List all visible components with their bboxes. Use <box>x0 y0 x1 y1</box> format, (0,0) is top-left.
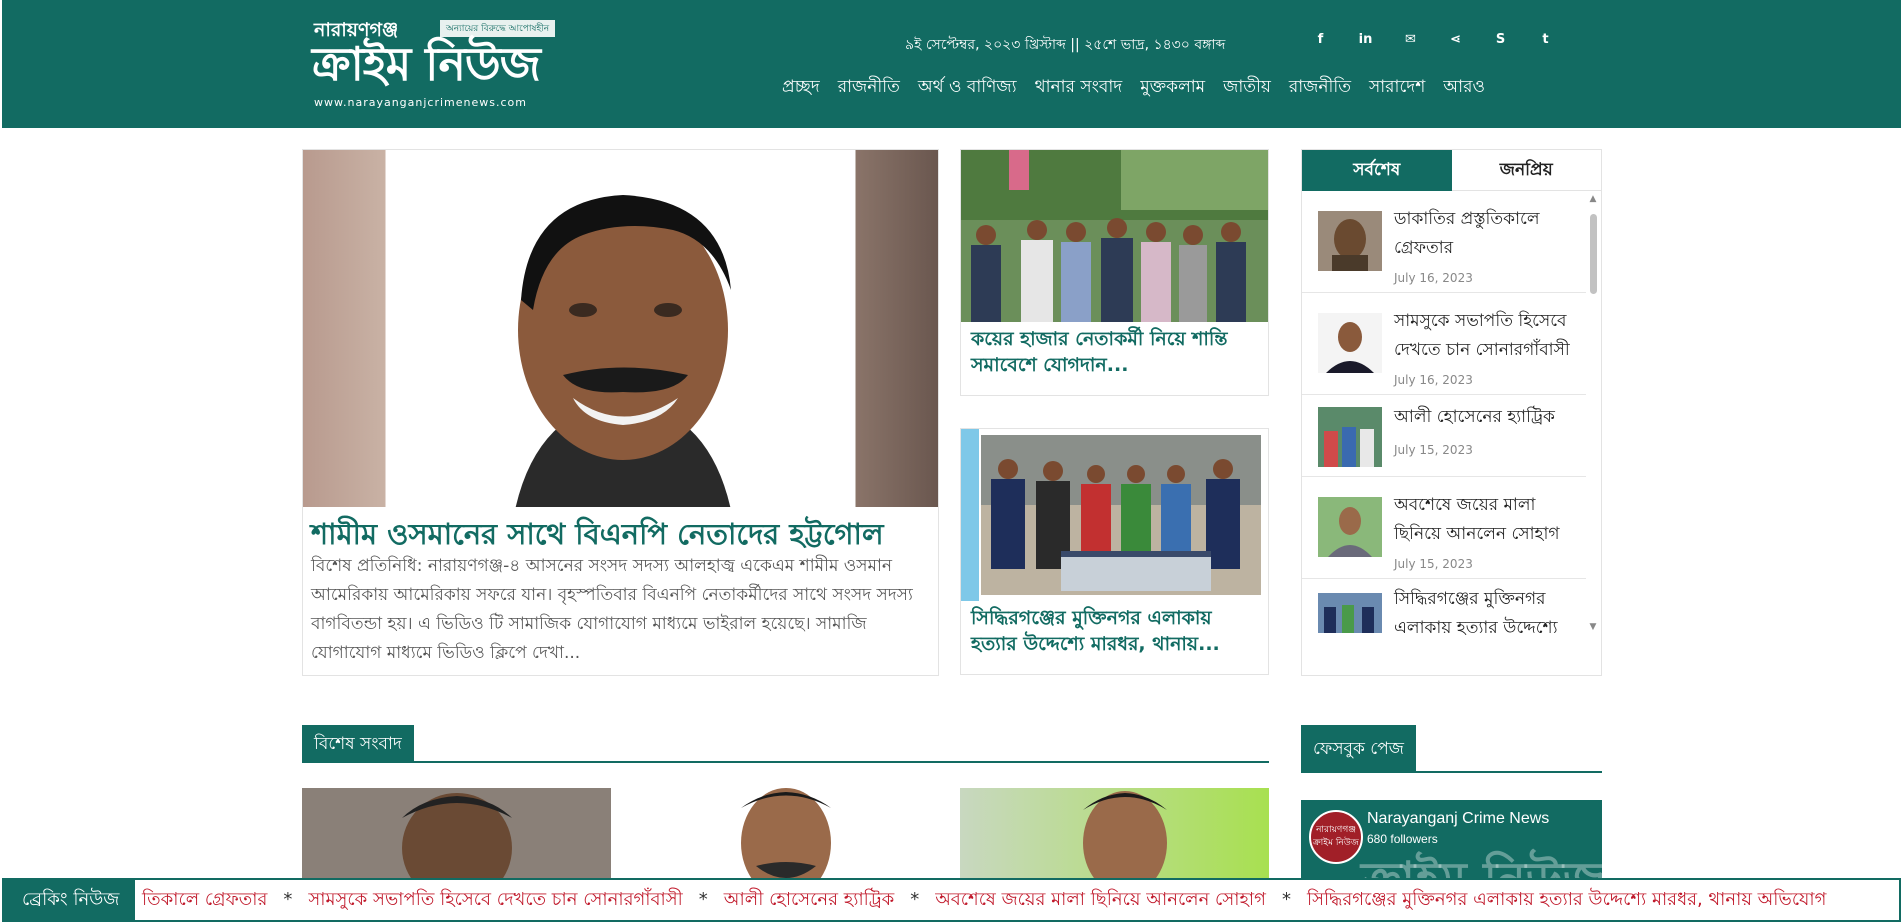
ticker-item[interactable]: সিদ্ধিরগঞ্জের মুক্তিনগর এলাকায় হত্যার উ… <box>1307 889 1826 910</box>
scrollbar-thumb[interactable] <box>1590 214 1597 294</box>
special-news-thumb-1[interactable] <box>302 788 611 878</box>
breaking-news-ticker: ব্রেকিং নিউজ তিকালে গ্রেফতার * সামসুকে সভা… <box>2 878 1901 922</box>
ticker-track: তিকালে গ্রেফতার * সামসুকে সভাপতি হিসেবে দে… <box>142 880 1826 920</box>
list-item-thumbnail[interactable] <box>1318 313 1382 373</box>
side-story-1-image[interactable] <box>961 150 1268 322</box>
list-item[interactable]: ডাকাতির প্রস্তুতিকালে গ্রেফতার July 16, … <box>1302 191 1586 293</box>
social-links: f in ✉ ⋖ S t <box>1298 32 1568 47</box>
site-logo[interactable]: নারায়ণগঞ্জ অন্যায়ের বিরুদ্ধে আপোষহীন ক… <box>312 16 556 114</box>
list-item-thumbnail[interactable] <box>1318 211 1382 271</box>
list-item[interactable]: সামসুকে সভাপতি হিসেবে দেখতে চান সোনারগাঁ… <box>1302 293 1586 395</box>
list-scrollbar[interactable]: ▲ ▼ <box>1587 194 1599 634</box>
special-news-thumb-2[interactable] <box>631 788 940 878</box>
header-date: ৯ই সেপ্টেম্বর, ২০২৩ খ্রিস্টাব্দ || ২৫শে … <box>905 37 1226 53</box>
nav-national[interactable]: জাতীয় <box>1223 74 1271 102</box>
email-icon[interactable]: ✉ <box>1388 32 1433 47</box>
facebook-icon[interactable]: f <box>1298 32 1343 47</box>
side-story-2[interactable]: সিদ্ধিরগঞ্জের মুক্তিনগর এলাকায় হত্যার উ… <box>960 428 1269 675</box>
facebook-page-header: ফেসবুক পেজ <box>1301 725 1602 773</box>
lead-story-image[interactable] <box>303 150 938 507</box>
tab-latest[interactable]: সর্বশেষ <box>1302 150 1452 191</box>
logo-url: www.narayanganjcrimenews.com <box>314 96 527 109</box>
facebook-page-name[interactable]: Narayanganj Crime News <box>1367 810 1577 828</box>
police-arrest-photo <box>961 429 1268 601</box>
share-icon[interactable]: ⋖ <box>1433 32 1478 47</box>
ticker-separator: * <box>698 889 708 910</box>
list-item-date: July 16, 2023 <box>1394 373 1473 387</box>
nav-politics-2[interactable]: রাজনীতি <box>1289 74 1351 102</box>
tab-popular[interactable]: জনপ্রিয় <box>1451 150 1601 191</box>
logo-brand: ক্রাইম নিউজ <box>312 37 541 91</box>
ticker-item[interactable]: আলী হোসেনের হ্যাট্রিক <box>724 889 894 910</box>
list-item-title[interactable]: সামসুকে সভাপতি হিসেবে দেখতে চান সোনারগাঁ… <box>1394 307 1584 365</box>
ticker-item[interactable]: অবশেষে জয়ের মালা ছিনিয়ে আনলেন সোহাগ <box>935 889 1266 910</box>
list-item[interactable]: সিদ্ধিরগঞ্জের মুক্তিনগর এলাকায় হত্যার উ… <box>1302 579 1586 676</box>
lead-story[interactable]: শামীম ওসমানের সাথে বিএনপি নেতাদের হট্টগো… <box>302 149 939 676</box>
ticker-item[interactable]: সামসুকে সভাপতি হিসেবে দেখতে চান সোনারগাঁ… <box>308 889 682 910</box>
side-story-2-image[interactable] <box>961 429 1268 601</box>
site-header: নারায়ণগঞ্জ অন্যায়ের বিরুদ্ধে আপোষহীন ক… <box>2 0 1901 128</box>
list-item-title[interactable]: ডাকাতির প্রস্তুতিকালে গ্রেফতার <box>1394 205 1584 263</box>
nav-home[interactable]: প্রচ্ছদ <box>782 74 820 102</box>
nav-police-news[interactable]: থানার সংবাদ <box>1035 74 1123 102</box>
crowd-photo <box>961 150 1268 322</box>
portrait-photo <box>515 195 731 507</box>
list-item-title[interactable]: অবশেষে জয়ের মালা ছিনিয়ে আনলেন সোহাগ <box>1394 491 1584 549</box>
facebook-followers: 680 followers <box>1367 832 1438 846</box>
twitter-icon[interactable]: t <box>1523 32 1568 47</box>
list-item[interactable]: অবশেষে জয়ের মালা ছিনিয়ে আনলেন সোহাগ Ju… <box>1302 477 1586 579</box>
list-item-date: July 16, 2023 <box>1394 271 1473 285</box>
news-tabs-widget: সর্বশেষ জনপ্রিয় ডাকাতির প্রস্তুতিকালে গ… <box>1301 149 1602 676</box>
list-item-title[interactable]: সিদ্ধিরগঞ্জের মুক্তিনগর এলাকায় হত্যার উ… <box>1394 585 1584 643</box>
nav-country[interactable]: সারাদেশ <box>1369 74 1425 102</box>
ticker-separator: * <box>1281 889 1291 910</box>
logo-tagline: অন্যায়ের বিরুদ্ধে আপোষহীন <box>440 20 556 37</box>
scroll-up-icon[interactable]: ▲ <box>1587 194 1599 206</box>
nav-more[interactable]: আরও <box>1443 74 1485 102</box>
list-item[interactable]: আলী হোসেনের হ্যাট্রিক July 15, 2023 <box>1302 395 1586 477</box>
list-item-title[interactable]: আলী হোসেনের হ্যাট্রিক <box>1394 403 1584 432</box>
section-title[interactable]: বিশেষ সংবাদ <box>302 725 414 763</box>
ticker-separator: * <box>283 889 293 910</box>
breaking-news-label: ব্রেকিং নিউজ <box>4 880 136 920</box>
linkedin-icon[interactable]: in <box>1343 32 1388 47</box>
list-item-date: July 15, 2023 <box>1394 443 1473 457</box>
main-nav: প্রচ্ছদ রাজনীতি অর্থ ও বাণিজ্য থানার সংব… <box>782 74 1503 102</box>
ticker-separator: * <box>910 889 920 910</box>
tab-bar: সর্বশেষ জনপ্রিয় <box>1302 150 1601 191</box>
ticker-item[interactable]: তিকালে গ্রেফতার <box>142 889 267 910</box>
facebook-page-widget[interactable]: ক্রাইম নিউজ নারায়ণগঞ্জ ক্রাইম নিউজ Nara… <box>1301 800 1602 890</box>
special-news-thumb-3[interactable] <box>960 788 1269 878</box>
side-story-1[interactable]: কয়ের হাজার নেতাকর্মী নিয়ে শান্তি সমাবে… <box>960 149 1269 396</box>
scroll-down-icon[interactable]: ▼ <box>1587 622 1599 634</box>
list-item-thumbnail[interactable] <box>1318 593 1382 633</box>
nav-opinion[interactable]: মুক্তকলাম <box>1140 74 1205 102</box>
list-item-thumbnail[interactable] <box>1318 407 1382 467</box>
facebook-page-avatar[interactable]: নারায়ণগঞ্জ ক্রাইম নিউজ <box>1309 810 1363 864</box>
latest-news-list: ডাকাতির প্রস্তুতিকালে গ্রেফতার July 16, … <box>1302 191 1586 676</box>
skype-icon[interactable]: S <box>1478 32 1523 47</box>
nav-economy[interactable]: অর্থ ও বাণিজ্য <box>918 74 1017 102</box>
list-item-date: July 15, 2023 <box>1394 557 1473 571</box>
side-story-2-title[interactable]: সিদ্ধিরগঞ্জের মুক্তিনগর এলাকায় হত্যার উ… <box>971 605 1261 657</box>
lead-story-excerpt: বিশেষ প্রতিনিধি: নারায়ণগঞ্জ-৪ আসনের সংস… <box>311 556 913 663</box>
section-title: ফেসবুক পেজ <box>1301 725 1416 773</box>
nav-politics[interactable]: রাজনীতি <box>838 74 900 102</box>
side-story-1-title[interactable]: কয়ের হাজার নেতাকর্মী নিয়ে শান্তি সমাবে… <box>971 326 1261 378</box>
special-news-header: বিশেষ সংবাদ <box>302 725 1269 763</box>
list-item-thumbnail[interactable] <box>1318 497 1382 557</box>
